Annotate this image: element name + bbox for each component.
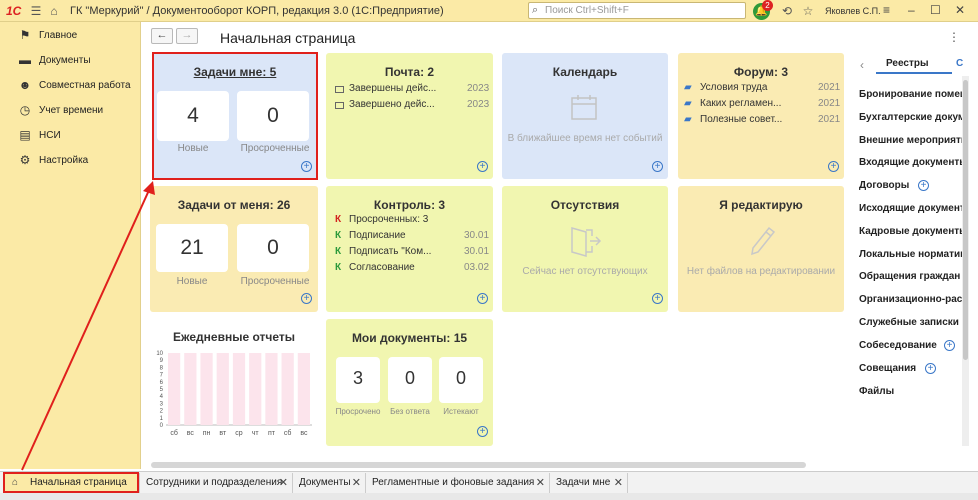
annotation-arrow [21, 181, 155, 471]
